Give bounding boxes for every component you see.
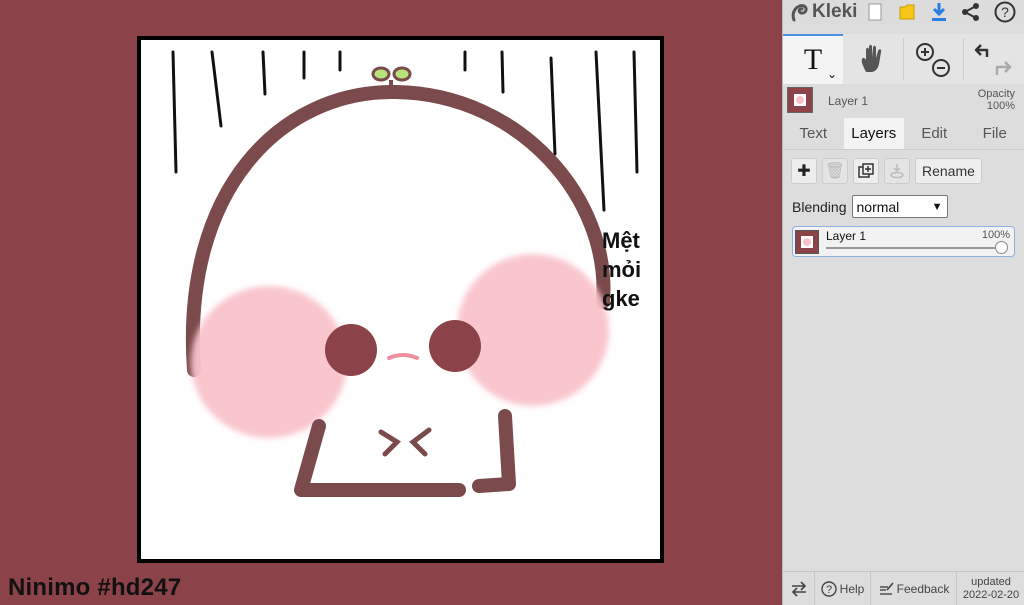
- blending-row: Blending normal ▼: [792, 195, 948, 218]
- tool-panel: Kleki ? T ⌄ Layer 1 Opacity 100% Text La…: [782, 0, 1024, 605]
- left-cheek: [191, 286, 347, 438]
- layer-actions: ✚ 🗑 Rename: [791, 158, 982, 184]
- zoom-out-icon[interactable]: [932, 59, 950, 77]
- kleki-logo-icon: [791, 4, 808, 22]
- squint-mark-right: [409, 427, 432, 457]
- hand-tool-button[interactable]: [843, 34, 903, 84]
- new-file-icon[interactable]: [863, 0, 887, 24]
- swap-icon: [791, 580, 806, 597]
- hand-icon: [861, 44, 882, 72]
- layer-thumbnail: [787, 87, 813, 113]
- watermark: Ninimo #hd247: [8, 574, 182, 601]
- save-icon[interactable]: [895, 0, 919, 24]
- zoom-controls: [903, 34, 963, 84]
- panel-tabs: Text Layers Edit File: [783, 118, 1024, 150]
- mouth: [387, 353, 419, 360]
- svg-text:?: ?: [826, 584, 832, 596]
- left-eye: [325, 324, 377, 376]
- download-icon[interactable]: [927, 0, 951, 24]
- updated-label: updated: [971, 575, 1011, 588]
- redo-icon[interactable]: [995, 61, 1012, 75]
- caption-line: gke: [602, 286, 640, 311]
- opacity-value: 100%: [986, 100, 1015, 112]
- opacity-label: Opacity: [977, 88, 1015, 100]
- tool-row: T ⌄: [783, 34, 1024, 84]
- sticker-caption: Mệt mỏi gke: [602, 226, 641, 313]
- zoom-in-icon[interactable]: [916, 43, 934, 61]
- feedback-button[interactable]: Feedback: [871, 572, 957, 605]
- blending-select[interactable]: normal ▼: [851, 195, 948, 218]
- top-bar: Kleki ?: [783, 0, 1024, 26]
- merge-down-button[interactable]: [884, 158, 910, 184]
- help-icon: ?: [820, 580, 837, 597]
- current-layer-name: Layer 1: [828, 94, 869, 108]
- blending-value: normal: [856, 198, 900, 215]
- layer-opacity: 100%: [981, 229, 1010, 241]
- layer-opacity-slider-handle[interactable]: [995, 241, 1008, 254]
- canvas-area[interactable]: Mệt mỏi gke Ninimo #hd247: [0, 0, 782, 605]
- merge-down-icon: [890, 164, 904, 179]
- left-arm: [294, 419, 466, 497]
- artboard[interactable]: Mệt mỏi gke: [137, 36, 664, 563]
- feedback-label: Feedback: [896, 581, 950, 596]
- help-button[interactable]: ? Help: [815, 572, 871, 605]
- squint-mark-left: [378, 429, 401, 457]
- updated-date: 2022-02-20: [962, 588, 1020, 601]
- chevron-down-icon[interactable]: ⌄: [827, 67, 837, 81]
- current-layer-preview[interactable]: Layer 1 Opacity 100%: [783, 84, 1024, 116]
- add-layer-button[interactable]: ✚: [791, 158, 817, 184]
- layer-list-item[interactable]: Layer 1 100%: [792, 226, 1015, 257]
- delete-layer-button[interactable]: 🗑: [822, 158, 848, 184]
- feedback-icon: [879, 581, 894, 595]
- rename-layer-button[interactable]: Rename: [915, 158, 982, 184]
- app-logo[interactable]: Kleki: [791, 1, 857, 23]
- chevron-down-icon: ▼: [931, 200, 943, 213]
- tab-layers[interactable]: Layers: [843, 118, 904, 149]
- right-eye: [429, 320, 481, 372]
- layers-pane: ✚ 🗑 Rename Blending normal ▼ Layer 1 100…: [783, 150, 1024, 570]
- caption-line: mỏi: [602, 257, 642, 282]
- layer-opacity-slider-track[interactable]: [826, 247, 1002, 249]
- layer-thumbnail: [795, 230, 819, 254]
- text-tool-button[interactable]: T ⌄: [783, 34, 843, 84]
- opacity-readout: Opacity 100%: [978, 88, 1015, 112]
- updated-info[interactable]: updated 2022-02-20: [957, 572, 1024, 605]
- tab-text[interactable]: Text: [783, 118, 844, 149]
- svg-text:?: ?: [1001, 4, 1009, 20]
- layer-name: Layer 1: [826, 229, 867, 243]
- trash-icon: 🗑: [824, 163, 846, 180]
- bottom-bar: ? Help Feedback updated 2022-02-20: [783, 571, 1024, 605]
- right-cheek: [457, 254, 609, 406]
- duplicate-layer-button[interactable]: [853, 158, 879, 184]
- caption-line: Mệt: [602, 228, 640, 253]
- duplicate-icon: [858, 163, 874, 178]
- blending-label: Blending: [792, 198, 847, 215]
- undo-icon[interactable]: [974, 44, 989, 57]
- tab-file[interactable]: File: [965, 118, 1024, 149]
- help-label: Help: [839, 581, 865, 596]
- plus-icon: ✚: [797, 163, 811, 180]
- history-controls: [963, 34, 1024, 84]
- swap-sides-button[interactable]: [783, 572, 815, 605]
- sticker-illustration: [171, 50, 639, 497]
- share-icon[interactable]: [959, 0, 983, 24]
- help-circle-icon[interactable]: ?: [993, 0, 1017, 24]
- app-name: Kleki: [812, 1, 858, 22]
- right-arm: [472, 409, 516, 493]
- tab-edit[interactable]: Edit: [904, 118, 965, 149]
- text-tool-icon: T: [803, 43, 823, 76]
